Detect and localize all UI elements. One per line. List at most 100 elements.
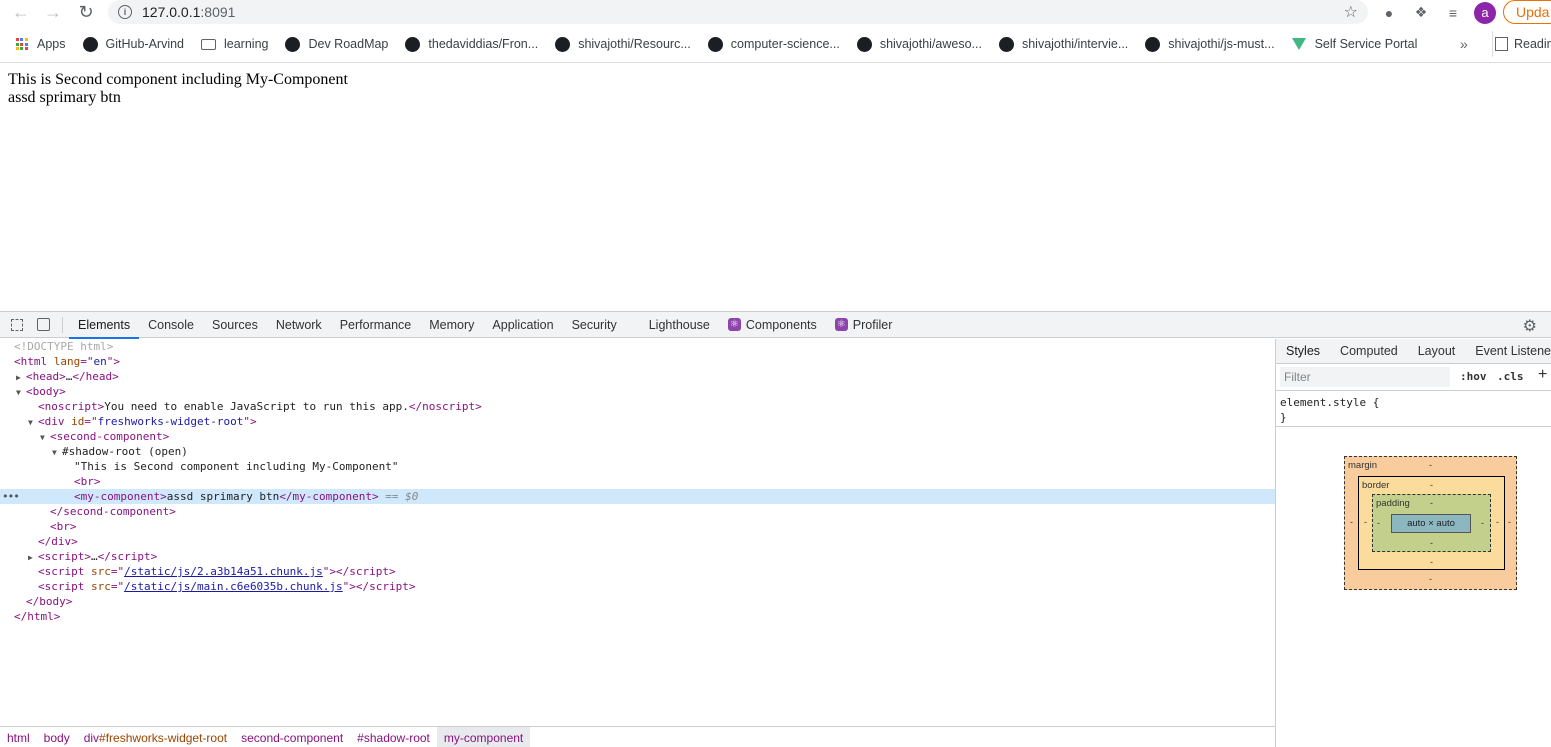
breadcrumb-item[interactable]: body bbox=[37, 727, 77, 747]
tree-line-script-1[interactable]: <script src="/static/js/2.a3b14a51.chunk… bbox=[0, 564, 1275, 579]
tree-line-html[interactable]: <html lang="en"> bbox=[0, 354, 1275, 369]
device-toolbar-icon[interactable] bbox=[30, 312, 56, 338]
breadcrumb-item[interactable]: div #freshworks-widget-root bbox=[77, 727, 234, 747]
bookmark-item[interactable]: shivajothi/Resourc... bbox=[555, 36, 691, 52]
breadcrumb-item[interactable]: #shadow-root bbox=[350, 727, 437, 747]
bookmark-item[interactable]: shivajothi/intervie... bbox=[998, 36, 1128, 52]
bookmark-item[interactable]: computer-science... bbox=[707, 36, 840, 52]
new-rule-plus-icon[interactable]: + bbox=[1538, 366, 1547, 384]
tree-line-body-close[interactable]: </body> bbox=[0, 594, 1275, 609]
site-info-icon[interactable]: i bbox=[118, 5, 132, 19]
bookmark-item[interactable]: GitHub-Arvind bbox=[82, 36, 184, 52]
tree-line-head[interactable]: ▶ <head>…</head> bbox=[0, 369, 1275, 384]
margin-bottom-value[interactable]: - bbox=[1429, 574, 1432, 584]
tab-divider bbox=[62, 316, 63, 333]
script-src-link-2[interactable]: /static/js/main.c6e6035b.chunk.js bbox=[124, 580, 343, 593]
bookmark-item[interactable]: Apps bbox=[14, 37, 66, 52]
bookmark-label: shivajothi/js-must... bbox=[1168, 37, 1275, 51]
border-top-value[interactable]: - bbox=[1430, 480, 1433, 490]
box-model-margin[interactable]: margin - - - - border - - - - padding - … bbox=[1344, 456, 1517, 590]
tree-line-script-2[interactable]: <script src="/static/js/main.c6e6035b.ch… bbox=[0, 579, 1275, 594]
breadcrumb-item[interactable]: html bbox=[0, 727, 37, 747]
tree-line-second-component[interactable]: ▼ <second-component> bbox=[0, 429, 1275, 444]
bookmark-label: computer-science... bbox=[730, 37, 840, 51]
devtools-tab-console[interactable]: Console bbox=[139, 312, 203, 338]
script-src-link-1[interactable]: /static/js/2.a3b14a51.chunk.js bbox=[124, 565, 323, 578]
tree-line-second-component-close[interactable]: </second-component> bbox=[0, 504, 1275, 519]
media-queue-icon[interactable]: ≡ bbox=[1442, 2, 1464, 24]
tree-line-br[interactable]: <br> bbox=[0, 474, 1275, 489]
address-bar[interactable]: i 127.0.0.1:8091 ☆ bbox=[108, 0, 1368, 24]
devtools-tab-label: Profiler bbox=[852, 317, 893, 332]
bookmark-item[interactable]: thedaviddias/Fron... bbox=[405, 36, 538, 52]
devtools-tab-components[interactable]: ⚛ Components bbox=[719, 312, 826, 338]
class-toggle[interactable]: .cls bbox=[1497, 370, 1524, 383]
devtools-tab-network[interactable]: Network bbox=[267, 312, 331, 338]
react-icon: ⚛ bbox=[727, 318, 741, 331]
hover-state-toggle[interactable]: :hov bbox=[1460, 370, 1487, 383]
devtools-tab-elements[interactable]: Elements bbox=[69, 312, 140, 339]
forward-arrow-icon[interactable]: → bbox=[40, 0, 66, 25]
tree-line-text-node[interactable]: "This is Second component including My-C… bbox=[0, 459, 1275, 474]
tree-line-body[interactable]: ▼ <body> bbox=[0, 384, 1275, 399]
bookmark-item[interactable]: learning bbox=[201, 37, 268, 52]
styles-tab-styles[interactable]: Styles bbox=[1276, 339, 1331, 363]
reading-list-button[interactable]: Readin bbox=[1492, 31, 1551, 57]
devtools-tab-profiler[interactable]: ⚛ Profiler bbox=[826, 312, 902, 338]
bookmark-star-icon[interactable]: ☆ bbox=[1344, 2, 1358, 22]
extension-camera-icon[interactable]: ● bbox=[1378, 2, 1400, 24]
devtools-tab-application[interactable]: Application bbox=[483, 312, 562, 338]
devtools-tab-label: Network bbox=[275, 317, 322, 332]
tree-line-script-collapsed[interactable]: ▶ <script>…</script> bbox=[0, 549, 1275, 564]
styles-tab-computed[interactable]: Computed bbox=[1330, 339, 1408, 363]
breadcrumb-item[interactable]: second-component bbox=[234, 727, 350, 747]
border-right-value[interactable]: - bbox=[1496, 517, 1499, 527]
styles-filter-input[interactable] bbox=[1280, 367, 1450, 387]
tree-line-doctype[interactable]: <!DOCTYPE html> bbox=[0, 339, 1275, 354]
tree-line-br-2[interactable]: <br> bbox=[0, 519, 1275, 534]
reload-icon[interactable]: ↻ bbox=[73, 0, 99, 25]
bookmarks-overflow-chevron[interactable]: » bbox=[1460, 31, 1468, 57]
box-model-border[interactable]: border - - - - padding - - - - auto × au… bbox=[1358, 476, 1505, 570]
bookmark-item[interactable]: shivajothi/aweso... bbox=[856, 36, 982, 52]
border-bottom-value[interactable]: - bbox=[1430, 557, 1433, 567]
extensions-puzzle-icon[interactable]: ❖ bbox=[1410, 2, 1432, 24]
padding-top-value[interactable]: - bbox=[1430, 498, 1433, 508]
settings-gear-icon[interactable]: ⚙ bbox=[1523, 316, 1537, 336]
bookmark-item[interactable]: Dev RoadMap bbox=[285, 36, 388, 52]
devtools-tab-memory[interactable]: Memory bbox=[420, 312, 483, 338]
inspect-element-icon[interactable] bbox=[4, 312, 30, 338]
styles-tab-event-listeners[interactable]: Event Listeners bbox=[1465, 339, 1551, 363]
styles-pane: StylesComputedLayoutEvent Listeners :hov… bbox=[1275, 339, 1551, 747]
padding-right-value[interactable]: - bbox=[1481, 518, 1484, 528]
box-model-padding[interactable]: padding - - - - auto × auto bbox=[1372, 494, 1491, 552]
tree-line-html-close[interactable]: </html> bbox=[0, 609, 1275, 624]
breadcrumb-item[interactable]: my-component bbox=[436, 727, 531, 747]
margin-right-value[interactable]: - bbox=[1508, 517, 1511, 527]
back-arrow-icon[interactable]: ← bbox=[8, 0, 34, 25]
tree-line-div-close[interactable]: </div> bbox=[0, 534, 1275, 549]
devtools-tab-security[interactable]: Security bbox=[563, 312, 626, 338]
tree-line-shadow-root[interactable]: ▼ #shadow-root (open) bbox=[0, 444, 1275, 459]
border-left-value[interactable]: - bbox=[1364, 517, 1367, 527]
bookmark-item[interactable]: shivajothi/js-must... bbox=[1145, 36, 1275, 52]
devtools-tab-performance[interactable]: Performance bbox=[331, 312, 421, 338]
tree-line-noscript[interactable]: <noscript>You need to enable JavaScript … bbox=[0, 399, 1275, 414]
margin-left-value[interactable]: - bbox=[1350, 517, 1353, 527]
devtools-tab-label: Sources bbox=[211, 317, 258, 332]
padding-bottom-value[interactable]: - bbox=[1430, 538, 1433, 548]
padding-left-value[interactable]: - bbox=[1377, 518, 1380, 528]
update-button[interactable]: Upda bbox=[1503, 0, 1551, 24]
margin-top-value[interactable]: - bbox=[1429, 460, 1432, 470]
element-style-rule[interactable]: element.style { } bbox=[1276, 391, 1551, 427]
devtools-tab-sources[interactable]: Sources bbox=[203, 312, 267, 338]
box-model-content[interactable]: auto × auto bbox=[1391, 514, 1471, 533]
devtools-tab-lighthouse[interactable]: Lighthouse bbox=[626, 312, 719, 338]
devtools-panel: Elements Console Sources Network Performance… bbox=[0, 311, 1551, 747]
styles-tab-layout[interactable]: Layout bbox=[1408, 339, 1466, 363]
tree-line-my-component-selected[interactable]: ••• <my-component>assd sprimary btn</my-c… bbox=[0, 489, 1275, 504]
bookmark-item[interactable]: Self Service Portal bbox=[1292, 37, 1417, 52]
profile-avatar[interactable]: a bbox=[1474, 1, 1496, 24]
tree-line-div[interactable]: ▼ <div id="freshworks-widget-root"> bbox=[0, 414, 1275, 429]
page-content: This is Second component including My-Co… bbox=[8, 71, 348, 107]
